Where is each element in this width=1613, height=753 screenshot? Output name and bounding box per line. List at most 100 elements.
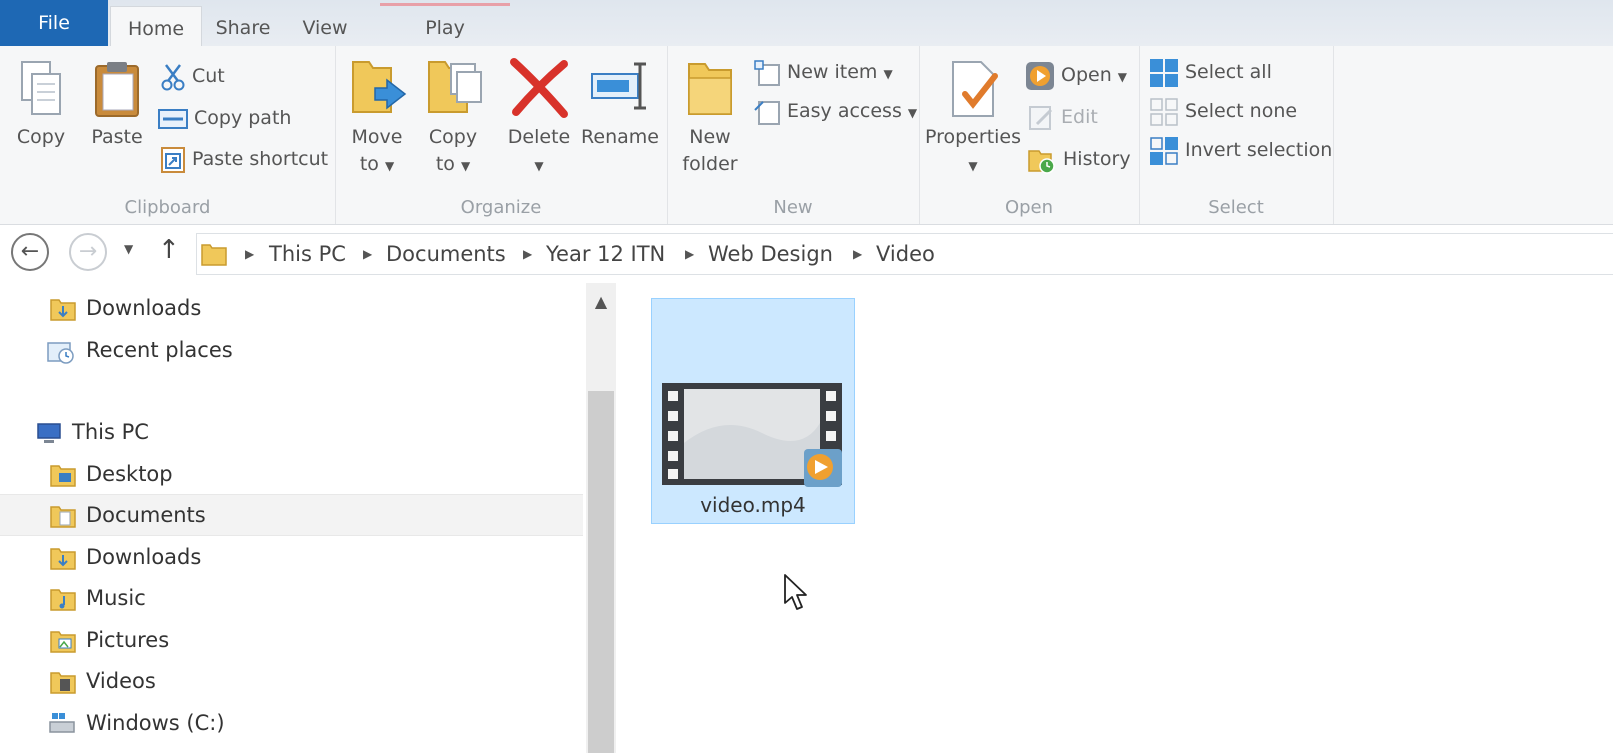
rename-icon (591, 62, 646, 110)
paste-button[interactable]: Paste (86, 60, 148, 151)
nav-item-windows-c[interactable]: Windows (C:) (0, 703, 583, 743)
nav-item-label: Pictures (86, 628, 170, 652)
select-all-label: Select all (1185, 61, 1272, 83)
invert-selection-button[interactable]: Invert selection (1149, 133, 1332, 167)
tab-home[interactable]: Home (110, 6, 202, 48)
copy-to-label-line2: to (435, 153, 455, 175)
breadcrumb-separator-icon[interactable]: ▶ (245, 234, 254, 274)
cut-button[interactable]: Cut (160, 59, 225, 93)
cut-label: Cut (192, 65, 225, 87)
select-none-icon (1150, 97, 1178, 126)
invert-selection-icon (1150, 136, 1178, 165)
file-item-video[interactable]: video.mp4 (651, 298, 855, 524)
nav-item-downloads-2[interactable]: Downloads (0, 537, 583, 577)
group-select: Select all Select none Invert selection … (1139, 46, 1334, 224)
new-item-label: New item (787, 61, 878, 83)
forward-button[interactable]: → (69, 233, 107, 271)
desktop-folder-icon (50, 465, 76, 487)
nav-item-label: Videos (86, 669, 156, 693)
back-button[interactable]: ← (11, 233, 49, 271)
chevron-down-icon: ▼ (968, 159, 978, 173)
nav-item-downloads[interactable]: Downloads (0, 288, 583, 328)
chevron-down-icon: ▼ (124, 242, 134, 256)
new-folder-label-line2: folder (682, 153, 738, 175)
paste-shortcut-button[interactable]: Paste shortcut (160, 142, 328, 176)
paste-shortcut-icon (161, 146, 185, 173)
open-button[interactable]: Open ▼ (1025, 58, 1127, 92)
group-new: New folder New item ▼ Easy access ▼ New (667, 46, 920, 224)
nav-item-label: Music (86, 586, 146, 610)
tab-view[interactable]: View (290, 6, 360, 46)
scroll-thumb[interactable] (588, 391, 614, 753)
delete-button[interactable]: Delete ▼ (501, 56, 577, 180)
nav-item-label: Downloads (86, 545, 202, 569)
breadcrumb-year-12-itn[interactable]: Year 12 ITN (546, 234, 665, 274)
edit-button[interactable]: Edit (1027, 100, 1098, 134)
history-button[interactable]: History (1027, 142, 1131, 176)
up-button[interactable]: ↑ (158, 235, 180, 265)
new-item-button[interactable]: New item ▼ (753, 55, 893, 89)
chevron-down-icon: ▼ (1117, 70, 1128, 84)
move-to-icon (352, 61, 407, 113)
copy-path-icon (158, 108, 188, 129)
nav-item-this-pc[interactable]: This PC (0, 412, 583, 452)
navigation-scrollbar[interactable]: ▲ (586, 283, 616, 753)
move-to-button[interactable]: Move to ▼ (345, 56, 409, 180)
paste-icon (95, 62, 139, 117)
address-bar[interactable]: ▶ This PC ▶ Documents ▶ Year 12 ITN ▶ We… (196, 233, 1613, 275)
drive-icon (49, 713, 75, 733)
delete-label: Delete (507, 126, 571, 148)
history-label: History (1063, 148, 1131, 170)
nav-item-music[interactable]: Music (0, 578, 583, 618)
nav-item-desktop[interactable]: Desktop (0, 454, 583, 494)
nav-item-videos[interactable]: Videos (0, 661, 583, 701)
scroll-up-button[interactable]: ▲ (586, 287, 616, 317)
tab-file[interactable]: File (0, 0, 108, 46)
chevron-down-icon: ▼ (883, 67, 893, 81)
breadcrumb-separator-icon[interactable]: ▶ (853, 234, 862, 274)
breadcrumb-video[interactable]: Video (876, 234, 935, 274)
breadcrumb-separator-icon[interactable]: ▶ (523, 234, 532, 274)
open-play-icon (1026, 61, 1054, 90)
select-none-button[interactable]: Select none (1149, 94, 1297, 128)
edit-label: Edit (1061, 106, 1098, 128)
recent-locations-dropdown[interactable]: ▼ (124, 242, 133, 256)
select-all-icon (1150, 58, 1178, 87)
easy-access-button[interactable]: Easy access ▼ (753, 94, 917, 128)
ribbon: Copy Paste Cut Copy path Paste shortcut … (0, 46, 1613, 225)
nav-item-label: This PC (72, 420, 149, 444)
nav-item-recent-places[interactable]: Recent places (0, 330, 583, 370)
breadcrumb-this-pc[interactable]: This PC (269, 234, 346, 274)
properties-button[interactable]: Properties ▼ (923, 58, 1023, 180)
delete-x-icon (510, 58, 568, 118)
nav-item-label: Downloads (86, 296, 202, 320)
nav-item-pictures[interactable]: Pictures (0, 620, 583, 660)
music-folder-icon (50, 589, 76, 611)
group-label-clipboard: Clipboard (124, 197, 211, 218)
invert-selection-label: Invert selection (1185, 139, 1333, 161)
copy-to-icon (428, 61, 482, 113)
properties-label: Properties (924, 126, 1022, 148)
rename-button[interactable]: Rename (579, 56, 661, 151)
nav-item-label: Windows (C:) (86, 711, 225, 735)
tab-play[interactable]: Play (380, 3, 510, 46)
breadcrumb-separator-icon[interactable]: ▶ (363, 234, 372, 274)
breadcrumb-documents[interactable]: Documents (386, 234, 506, 274)
nav-item-documents[interactable]: Documents (0, 494, 583, 536)
tab-share[interactable]: Share (203, 6, 283, 46)
copy-to-button[interactable]: Copy to ▼ (421, 56, 485, 180)
new-folder-button[interactable]: New folder (675, 56, 745, 178)
breadcrumb-web-design[interactable]: Web Design (708, 234, 833, 274)
group-label-open: Open (1004, 197, 1054, 218)
file-name: video.mp4 (700, 493, 806, 517)
copy-button[interactable]: Copy (10, 60, 72, 151)
paste-shortcut-label: Paste shortcut (192, 148, 329, 170)
ribbon-tab-strip: File Home Share View Play (0, 0, 1613, 48)
select-all-button[interactable]: Select all (1149, 55, 1272, 89)
breadcrumb-separator-icon[interactable]: ▶ (685, 234, 694, 274)
arrow-left-icon: ← (20, 239, 40, 264)
arrow-right-icon: → (78, 239, 98, 264)
copy-to-label: Copy (428, 126, 478, 148)
video-file-icon (662, 383, 842, 487)
copy-path-button[interactable]: Copy path (158, 101, 291, 135)
